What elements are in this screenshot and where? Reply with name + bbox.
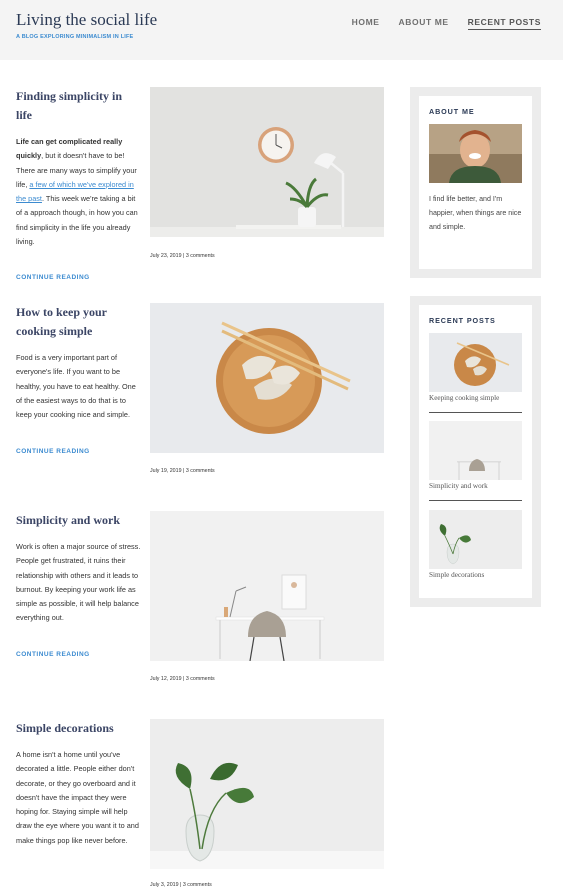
recent-post-link[interactable]: Keeping cooking simple [429,394,522,402]
continue-reading-link[interactable]: CONTINUE READING [16,651,90,658]
about-me-widget: ABOUT ME I find life better, and I'm hap… [410,87,541,278]
post-excerpt: A home isn't a home until you've decorat… [16,750,139,845]
divider [429,412,522,413]
room-clock-lamp-image[interactable] [150,87,384,237]
recent-post-thumbnail[interactable] [429,510,522,569]
nav-recent-posts[interactable]: RECENT POSTS [467,17,541,30]
nav-home[interactable]: HOME [352,17,380,30]
widget-title: ABOUT ME [429,107,475,116]
post-title[interactable]: How to keep your cooking simple [16,303,140,341]
recent-post-item[interactable]: Simple decorations [429,510,522,579]
about-text: I find life better, and I'm happier, whe… [429,195,522,232]
continue-reading-link[interactable]: CONTINUE READING [16,448,90,455]
site-tagline: A BLOG EXPLORING MINIMALISM IN LIFE [16,34,134,40]
smiling-person-photo [429,124,522,183]
site-header: Living the social life A BLOG EXPLORING … [0,0,563,60]
desk-chair-image[interactable] [150,511,384,661]
plant-vase-image[interactable] [150,719,384,869]
main-nav: HOME ABOUT ME RECENT POSTS [352,17,541,30]
post-excerpt: Work is often a major source of stress. … [16,542,141,623]
recent-post-link[interactable]: Simplicity and work [429,482,522,490]
recent-post-link[interactable]: Simple decorations [429,571,522,579]
widget-title: RECENT POSTS [429,316,496,325]
nav-about-me[interactable]: ABOUT ME [399,17,449,30]
post-simple-decorations: Simple decorations A home isn't a home u… [16,719,384,888]
post-meta: July 23, 2019 | 3 comments [150,253,215,259]
post-title[interactable]: Simplicity and work [16,511,140,530]
continue-reading-link[interactable]: CONTINUE READING [16,274,90,281]
recent-post-thumbnail[interactable] [429,421,522,480]
post-excerpt: Food is a very important part of everyon… [16,353,136,420]
recent-post-item[interactable]: Keeping cooking simple [429,333,522,413]
recent-post-thumbnail[interactable] [429,333,522,392]
recent-posts-widget: RECENT POSTS Keeping cooking simple Simp… [410,296,541,607]
post-cooking-simple: How to keep your cooking simple Food is … [16,303,384,474]
dumplings-plate-image[interactable] [150,303,384,453]
post-title[interactable]: Finding simplicity in life [16,87,140,125]
post-meta: July 19, 2019 | 3 comments [150,468,215,474]
divider [429,500,522,501]
post-excerpt: Life can get complicated really quickly,… [16,135,142,249]
post-title[interactable]: Simple decorations [16,719,140,738]
post-simplicity-and-work: Simplicity and work Work is often a majo… [16,511,384,686]
recent-post-item[interactable]: Simplicity and work [429,421,522,501]
site-title[interactable]: Living the social life [16,10,157,30]
post-meta: July 12, 2019 | 3 comments [150,676,215,682]
post-finding-simplicity: Finding simplicity in life Life can get … [16,87,384,287]
post-meta: July 3, 2019 | 3 comments [150,882,212,888]
